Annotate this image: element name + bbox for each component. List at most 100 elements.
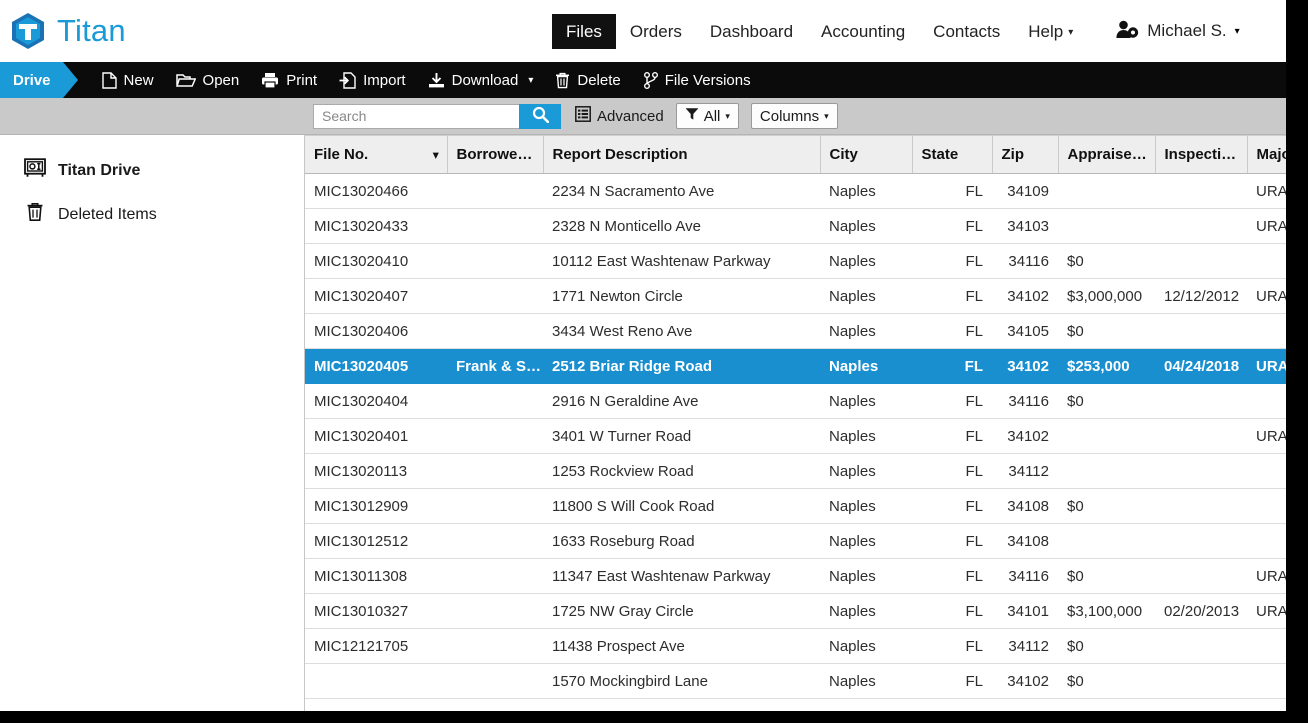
nav-item-files-label: Files — [566, 21, 602, 41]
table-row[interactable]: MIC13020406 3434 West Reno Ave Naples FL 341… — [305, 313, 1297, 349]
cell-state: FL — [912, 663, 992, 699]
cell-state: FL — [912, 488, 992, 524]
cell-inspection — [1155, 453, 1247, 489]
cell-report_description: 10112 East Washtenaw Parkway — [543, 243, 820, 279]
nav-item-contacts[interactable]: Contacts — [919, 14, 1014, 49]
cell-file_no: MIC13020466 — [305, 173, 447, 209]
search-box — [313, 103, 561, 129]
new-button[interactable]: New — [91, 62, 165, 98]
sidebar-item-titan-drive[interactable]: Titan Drive — [0, 149, 304, 192]
cell-appraised: $0 — [1058, 383, 1155, 419]
user-menu[interactable]: Michael S. ▾ — [1105, 13, 1249, 50]
table-row[interactable]: MIC13012909 11800 S Will Cook Road Naples F… — [305, 488, 1297, 524]
cell-zip: 34116 — [992, 383, 1058, 419]
advanced-button[interactable]: Advanced — [575, 106, 664, 126]
cell-appraised: $253,000 — [1058, 348, 1155, 384]
file-grid-container[interactable]: File No. ▾ Borrowe… Report Description C… — [305, 135, 1297, 711]
cell-state: FL — [912, 313, 992, 349]
nav-item-orders[interactable]: Orders — [616, 14, 696, 49]
table-row[interactable]: MIC13020466 2234 N Sacramento Ave Naples FL… — [305, 173, 1297, 209]
column-header-state[interactable]: State — [912, 135, 993, 174]
download-button[interactable]: Download ▾ — [417, 62, 545, 98]
advanced-button-label: Advanced — [597, 107, 664, 125]
cell-inspection — [1155, 558, 1247, 594]
table-row[interactable]: MIC13011308 11347 East Washtenaw Parkway N… — [305, 558, 1297, 594]
nav-item-accounting[interactable]: Accounting — [807, 14, 919, 49]
table-row[interactable]: MIC13012512 1633 Roseburg Road Naples FL 341… — [305, 523, 1297, 559]
column-header-city[interactable]: City — [820, 135, 913, 174]
table-row[interactable]: MIC12121705 11438 Prospect Ave Naples FL 341… — [305, 628, 1297, 664]
vault-icon — [24, 158, 46, 183]
table-row[interactable]: MIC13020113 1253 Rockview Road Naples FL 341… — [305, 453, 1297, 489]
cell-city: Naples — [820, 208, 912, 244]
folder-open-icon — [175, 72, 196, 88]
cell-report_description: 3434 West Reno Ave — [543, 313, 820, 349]
cell-report_description: 2234 N Sacramento Ave — [543, 173, 820, 209]
cell-inspection — [1155, 208, 1247, 244]
cell-zip: 34105 — [992, 313, 1058, 349]
cell-city: Naples — [820, 663, 912, 699]
chevron-down-icon: ▾ — [1068, 26, 1074, 38]
cell-borrower — [447, 488, 543, 524]
nav-item-dashboard[interactable]: Dashboard — [696, 14, 807, 49]
column-header-borrower[interactable]: Borrowe… — [447, 135, 544, 174]
table-row[interactable]: MIC13020433 2328 N Monticello Ave Naples FL… — [305, 208, 1297, 244]
cell-appraised: $0 — [1058, 488, 1155, 524]
header-row: File No. ▾ Borrowe… Report Description C… — [305, 135, 1297, 174]
cell-file_no: MIC13020113 — [305, 453, 447, 489]
cell-file_no — [305, 663, 447, 699]
sidebar-item-deleted-items[interactable]: Deleted Items — [0, 192, 304, 237]
nav-item-contacts-label: Contacts — [933, 21, 1001, 41]
table-row[interactable]: 1570 Mockingbird Lane Naples FL 34102 $0 — [305, 663, 1297, 699]
filter-all-dropdown[interactable]: All ▾ — [675, 103, 739, 129]
search-button[interactable] — [519, 103, 561, 129]
cell-appraised — [1058, 418, 1155, 454]
column-header-zip[interactable]: Zip — [992, 135, 1059, 174]
cell-file_no: MIC13012909 — [305, 488, 447, 524]
open-button[interactable]: Open — [165, 62, 251, 98]
titan-app-window: Titan Files Orders Dashboard Accounting … — [0, 0, 1297, 711]
column-header-report-description[interactable]: Report Description — [543, 135, 821, 174]
nav-item-help[interactable]: Help ▾ — [1014, 14, 1087, 49]
column-header-appraised[interactable]: Appraise… — [1058, 135, 1156, 174]
cell-state: FL — [912, 628, 992, 664]
column-header-zip-label: Zip — [1001, 146, 1025, 163]
cell-borrower — [447, 523, 543, 559]
cell-inspection — [1155, 418, 1247, 454]
delete-button[interactable]: Delete — [544, 62, 631, 98]
cell-appraised: $0 — [1058, 313, 1155, 349]
table-row[interactable]: MIC13020405 Frank & S… 2512 Briar Ridge Ro… — [305, 348, 1297, 384]
window-bottom-edge — [0, 711, 1308, 723]
print-button[interactable]: Print — [250, 62, 328, 98]
column-header-city-label: City — [829, 146, 858, 163]
column-header-file-no[interactable]: File No. ▾ — [305, 135, 448, 174]
columns-dropdown[interactable]: Columns ▾ — [750, 103, 838, 129]
nav-item-files[interactable]: Files — [552, 13, 616, 49]
cell-inspection — [1155, 173, 1247, 209]
cell-appraised — [1058, 208, 1155, 244]
cell-city: Naples — [820, 278, 912, 314]
table-row[interactable]: MIC13020407 1771 Newton Circle Naples FL 341… — [305, 278, 1297, 314]
cell-report_description: 1253 Rockview Road — [543, 453, 820, 489]
table-row[interactable]: MIC13020410 10112 East Washtenaw Parkway N… — [305, 243, 1297, 279]
funnel-icon — [685, 107, 699, 125]
file-versions-button[interactable]: File Versions — [632, 62, 762, 98]
search-input[interactable] — [313, 103, 519, 129]
table-row[interactable]: MIC13020404 2916 N Geraldine Ave Naples FL 3… — [305, 383, 1297, 419]
table-row[interactable]: MIC13020401 3401 W Turner Road Naples FL 341… — [305, 418, 1297, 454]
column-header-inspection[interactable]: Inspecti… — [1155, 135, 1248, 174]
filter-all-label: All — [703, 107, 721, 125]
cell-zip: 34108 — [992, 523, 1058, 559]
column-header-inspection-label: Inspecti… — [1164, 146, 1237, 163]
cell-city: Naples — [820, 453, 912, 489]
cell-city: Naples — [820, 523, 912, 559]
cell-report_description: 1725 NW Gray Circle — [543, 593, 820, 629]
cell-state: FL — [912, 243, 992, 279]
cell-city: Naples — [820, 418, 912, 454]
import-button[interactable]: Import — [328, 62, 417, 98]
cell-state: FL — [912, 593, 992, 629]
brand-name: Titan — [57, 13, 126, 48]
cell-zip: 34103 — [992, 208, 1058, 244]
drive-tag: Drive — [0, 62, 77, 98]
table-row[interactable]: MIC13010327 1725 NW Gray Circle Naples FL 34… — [305, 593, 1297, 629]
